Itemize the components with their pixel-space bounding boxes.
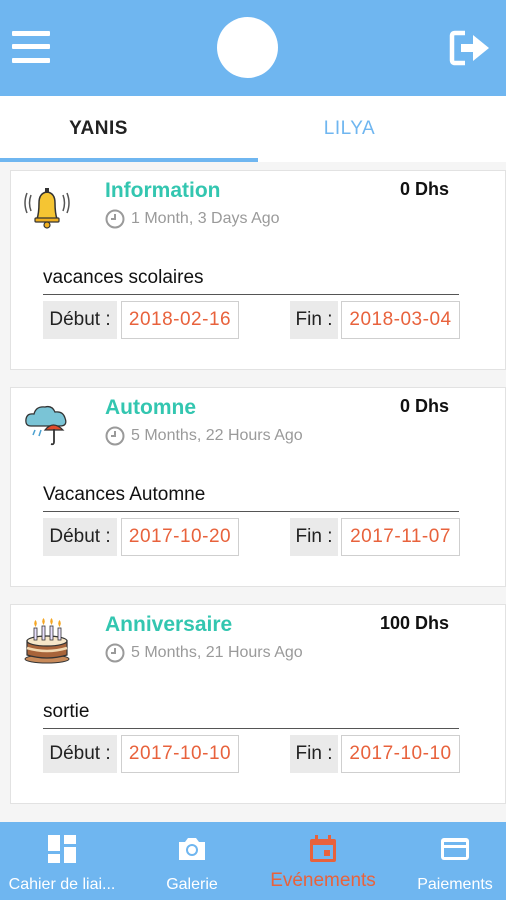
nav-paiements[interactable]: Paiements — [393, 822, 506, 900]
clock-icon — [105, 643, 125, 663]
start-date-label: Début : — [43, 735, 117, 773]
clock-icon — [105, 426, 125, 446]
top-app-bar — [0, 0, 506, 96]
start-date-label: Début : — [43, 301, 117, 339]
event-description: sortie — [43, 701, 459, 729]
end-date-label: Fin : — [290, 301, 338, 339]
event-title: Anniversaire — [105, 613, 233, 636]
birthday-cake-icon — [24, 618, 70, 664]
tab-lilya[interactable]: LILYA — [253, 96, 506, 162]
bell-icon — [24, 188, 70, 229]
event-time: 5 Months, 22 Hours Ago — [105, 426, 303, 446]
start-date-value: 2018-02-16 — [121, 301, 239, 339]
nav-label: Galerie — [166, 876, 218, 893]
logout-icon[interactable] — [449, 29, 491, 67]
start-date-value: 2017-10-20 — [121, 518, 239, 556]
end-date-value: 2017-10-10 — [341, 735, 460, 773]
event-list[interactable]: Information 1 Month, 3 Days Ago 0 Dhs va… — [0, 162, 506, 822]
end-date-value: 2017-11-07 — [341, 518, 460, 556]
avatar[interactable] — [217, 17, 278, 78]
event-card[interactable]: Automne 5 Months, 22 Hours Ago 0 Dhs Vac… — [10, 387, 506, 587]
child-tabs: YANIS LILYA — [0, 96, 506, 162]
event-amount: 100 Dhs — [379, 613, 449, 633]
credit-card-icon — [441, 838, 469, 860]
event-time-text: 1 Month, 3 Days Ago — [131, 210, 280, 227]
event-title: Automne — [105, 396, 196, 419]
event-description: Vacances Automne — [43, 484, 459, 512]
end-date-value: 2018-03-04 — [341, 301, 460, 339]
menu-icon[interactable] — [12, 31, 50, 63]
event-amount: 0 Dhs — [399, 179, 449, 199]
tab-yanis[interactable]: YANIS — [0, 96, 253, 162]
event-time: 5 Months, 21 Hours Ago — [105, 643, 303, 663]
event-time-text: 5 Months, 21 Hours Ago — [131, 644, 303, 661]
camera-icon — [179, 838, 205, 860]
start-date-value: 2017-10-10 — [121, 735, 239, 773]
end-date-label: Fin : — [290, 518, 338, 556]
calendar-icon — [310, 835, 336, 862]
event-title: Information — [105, 179, 221, 202]
start-date-label: Début : — [43, 518, 117, 556]
dashboard-icon — [48, 835, 76, 863]
event-time-text: 5 Months, 22 Hours Ago — [131, 427, 303, 444]
event-amount: 0 Dhs — [399, 396, 449, 416]
bottom-navigation: Cahier de liai... Galerie Evénements Pai… — [0, 822, 506, 900]
nav-label: Paiements — [417, 876, 493, 893]
clock-icon — [105, 209, 125, 229]
end-date-label: Fin : — [290, 735, 338, 773]
nav-label: Evénements — [270, 870, 376, 891]
nav-label: Cahier de liai... — [8, 876, 116, 893]
event-card[interactable]: Anniversaire 5 Months, 21 Hours Ago 100 … — [10, 604, 506, 804]
event-card[interactable]: Information 1 Month, 3 Days Ago 0 Dhs va… — [10, 170, 506, 370]
nav-cahier-de-liaison[interactable]: Cahier de liai... — [0, 822, 124, 900]
event-description: vacances scolaires — [43, 267, 459, 295]
nav-evenements[interactable]: Evénements — [257, 822, 389, 900]
umbrella-cloud-icon — [25, 405, 67, 446]
nav-galerie[interactable]: Galerie — [130, 822, 254, 900]
event-time: 1 Month, 3 Days Ago — [105, 209, 280, 229]
